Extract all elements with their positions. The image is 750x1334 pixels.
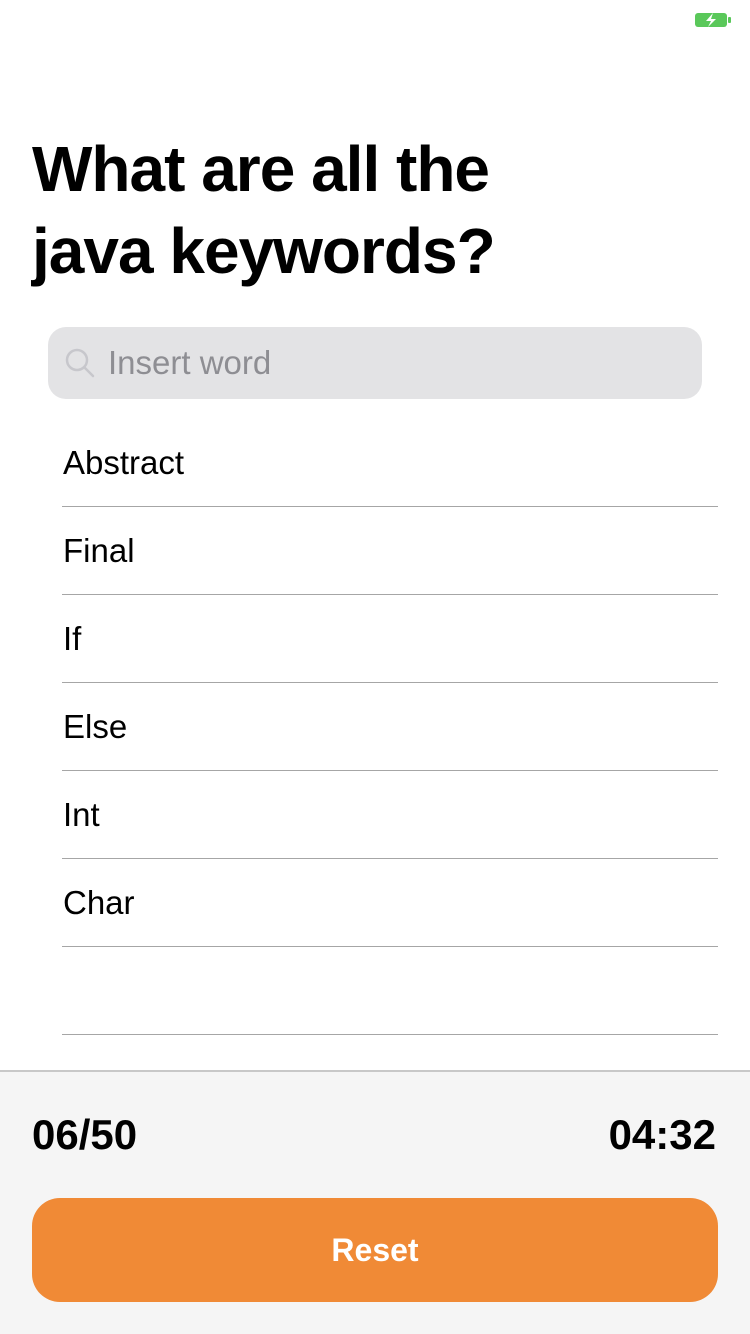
list-item: Int xyxy=(62,771,718,859)
search-bar[interactable] xyxy=(48,327,702,399)
footer-bar: 06/50 04:32 Reset xyxy=(0,1070,750,1334)
list-item-label: Final xyxy=(63,532,135,569)
search-icon xyxy=(65,348,95,378)
list-item: If xyxy=(62,595,718,683)
found-count: 06/50 xyxy=(32,1111,138,1158)
question-line-1: What are all the xyxy=(32,133,490,205)
list-item-label: Char xyxy=(63,884,135,921)
search-input[interactable] xyxy=(108,327,688,399)
word-list: Abstract Final If Else Int Char xyxy=(62,419,718,1035)
list-item-label: Else xyxy=(63,708,128,745)
question-title: What are all the java keywords? xyxy=(32,128,592,292)
list-item-label: Int xyxy=(63,796,100,833)
list-item: Abstract xyxy=(62,419,718,507)
countdown-timer: 04:32 xyxy=(608,1111,716,1158)
list-item-label: Abstract xyxy=(63,444,185,481)
list-item-label: If xyxy=(63,620,82,657)
list-item: Char xyxy=(62,859,718,947)
status-bar xyxy=(0,0,750,40)
list-item-empty xyxy=(62,947,718,1035)
reset-button[interactable]: Reset xyxy=(32,1198,718,1302)
question-line-2: java keywords? xyxy=(32,215,496,287)
list-item: Final xyxy=(62,507,718,595)
list-item: Else xyxy=(62,683,718,771)
battery-charging-icon xyxy=(695,13,731,27)
